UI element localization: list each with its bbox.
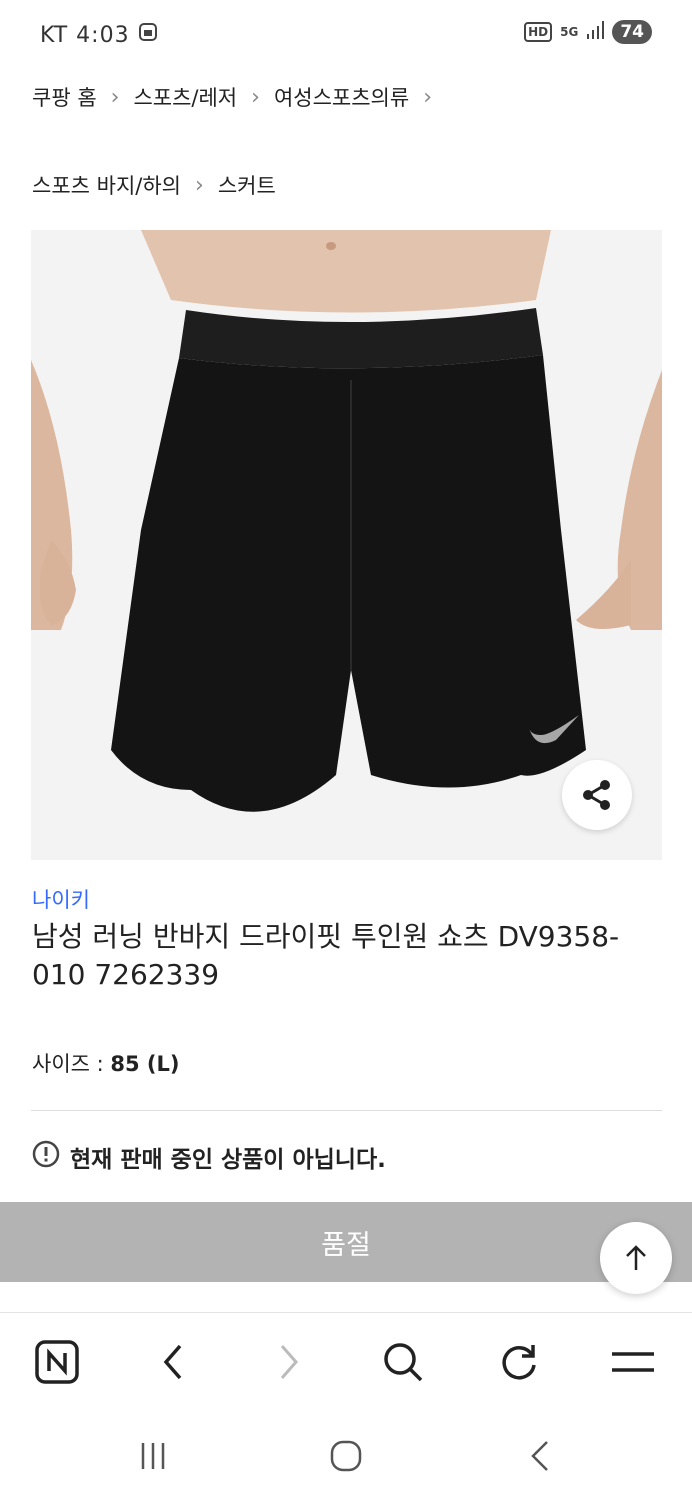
brand-link[interactable]: 나이키	[32, 884, 90, 914]
chevron-right-icon: ›	[195, 172, 204, 198]
size-value: 85 (L)	[110, 1052, 180, 1076]
notice-text: 현재 판매 중인 상품이 아닙니다.	[70, 1147, 386, 1173]
breadcrumb: 쿠팡 홈 › 스포츠/레저 › 여성스포츠의류 ›	[32, 82, 432, 112]
hd-voice-icon: HD	[524, 22, 553, 42]
screenshot-icon	[138, 22, 158, 48]
soldout-label: 품절	[321, 1229, 371, 1261]
alert-icon	[32, 1140, 60, 1174]
soldout-button[interactable]: 품절	[0, 1202, 692, 1282]
recent-apps-button[interactable]	[133, 1436, 173, 1476]
unavailable-notice: 현재 판매 중인 상품이 아닙니다.	[32, 1140, 386, 1174]
forward-button[interactable]	[266, 1339, 312, 1385]
signal-icon	[586, 20, 605, 44]
search-icon	[384, 1343, 423, 1382]
divider	[31, 1110, 662, 1111]
size-info: 사이즈 : 85 (L)	[32, 1048, 180, 1078]
hamburger-menu-icon	[612, 1352, 654, 1372]
home-icon	[330, 1440, 362, 1472]
system-nav-bar	[0, 1408, 692, 1500]
share-button[interactable]	[562, 760, 632, 830]
chevron-right-icon: ›	[423, 84, 433, 110]
back-button[interactable]	[150, 1339, 196, 1385]
back-nav-button[interactable]	[520, 1436, 560, 1476]
menu-button[interactable]	[610, 1339, 656, 1385]
size-label: 사이즈 :	[32, 1052, 111, 1076]
carrier-label: KT	[40, 22, 69, 48]
breadcrumb-link-sports[interactable]: 스포츠/레저	[133, 82, 237, 112]
browser-toolbar	[0, 1312, 692, 1408]
breadcrumb-link-home[interactable]: 쿠팡 홈	[32, 82, 97, 112]
status-bar: KT 4:03 HD 5G 74	[0, 0, 692, 70]
chevron-left-icon	[163, 1344, 182, 1380]
naver-home-button[interactable]	[34, 1339, 80, 1385]
breadcrumb-link-skirt[interactable]: 스커트	[218, 170, 276, 200]
breadcrumb-link-womens-sportswear[interactable]: 여성스포츠의류	[274, 82, 409, 112]
back-icon	[531, 1441, 548, 1471]
n-logo-icon	[35, 1340, 79, 1384]
home-nav-button[interactable]	[326, 1436, 366, 1476]
breadcrumb-link-sports-pants[interactable]: 스포츠 바지/하의	[32, 170, 181, 200]
scroll-top-button[interactable]	[600, 1222, 672, 1294]
share-icon	[583, 780, 610, 810]
chevron-right-icon	[280, 1345, 298, 1379]
refresh-button[interactable]	[496, 1339, 542, 1385]
chevron-right-icon: ›	[251, 84, 260, 110]
clock: 4:03	[76, 22, 130, 48]
arrow-up-icon	[626, 1245, 646, 1270]
battery-indicator: 74	[612, 20, 652, 44]
chevron-right-icon: ›	[110, 84, 120, 110]
product-photo	[31, 230, 662, 860]
recents-icon	[141, 1443, 165, 1469]
breadcrumb-sub: 스포츠 바지/하의 › 스커트	[32, 170, 276, 200]
network-5g-icon: 5G	[560, 25, 579, 39]
product-title: 남성 러닝 반바지 드라이핏 투인원 쇼츠 DV9358-010 7262339	[32, 920, 620, 991]
search-button[interactable]	[380, 1339, 426, 1385]
refresh-icon	[502, 1345, 536, 1380]
product-image[interactable]	[31, 230, 662, 860]
